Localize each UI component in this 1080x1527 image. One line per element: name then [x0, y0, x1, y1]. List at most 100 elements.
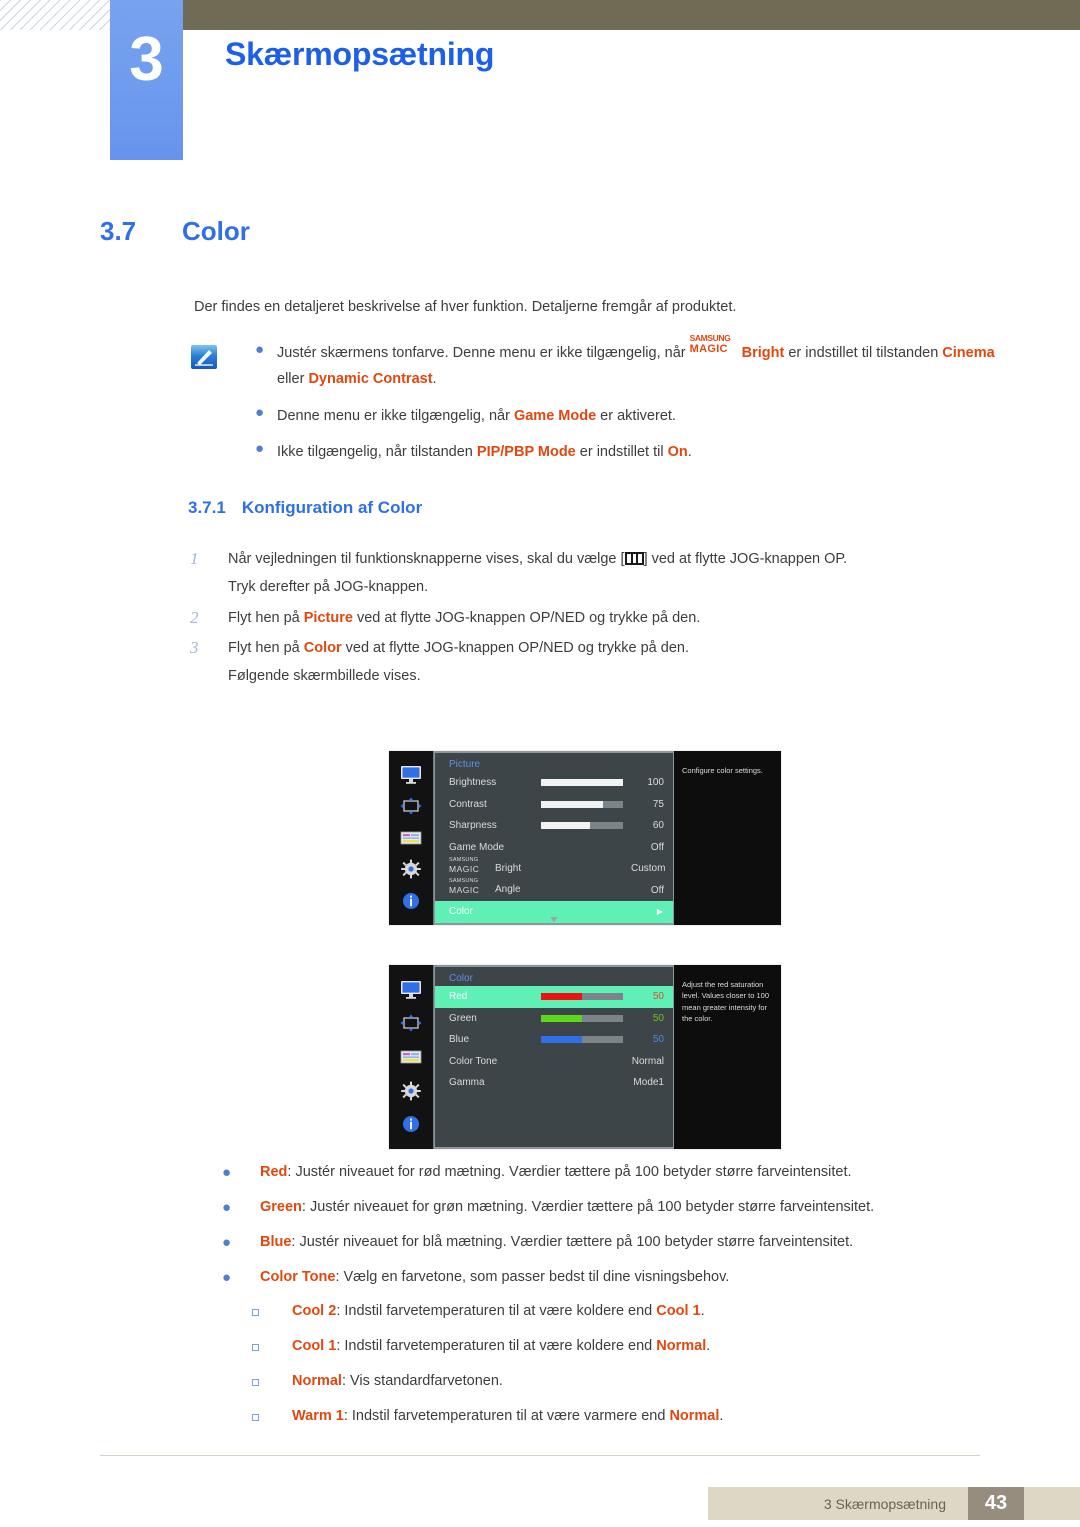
- osd-row-red[interactable]: Red 50: [435, 986, 673, 1008]
- color-tone-option-text: Cool 2: Indstil farvetemperaturen til at…: [292, 1303, 705, 1319]
- osd-row-brightness[interactable]: Brightness 100: [435, 772, 673, 794]
- osd-row-slider[interactable]: [541, 779, 623, 787]
- osd-row-slider[interactable]: [541, 800, 623, 808]
- osd-color-help-text: Adjust the red saturation level. Values …: [674, 965, 781, 1149]
- bullet-dot-icon: ●: [222, 1199, 232, 1217]
- description-item: ● Green: Justér niveauet for grøn mætning…: [222, 1198, 1022, 1218]
- osd-row-spacer: [541, 887, 623, 894]
- osd-row-blue[interactable]: Blue 50: [435, 1029, 673, 1051]
- monitor-icon[interactable]: [399, 980, 423, 1000]
- chapter-title: Skærmopsætning: [225, 36, 495, 72]
- bullet-dot-icon: ●: [222, 1234, 232, 1252]
- osd-row-spacer: [541, 865, 623, 872]
- intro-paragraph: Der findes en detaljeret beskrivelse af …: [194, 299, 737, 315]
- bullet-dot-icon: ●: [222, 1164, 232, 1181]
- osd-row-value: 50: [652, 1012, 664, 1024]
- note-bullet-item: ● Justér skærmens tonfarve. Denne menu e…: [255, 333, 1015, 393]
- header-hatch-pattern: [0, 0, 110, 30]
- step-number: 3: [190, 637, 199, 657]
- jog-key-icon: [624, 552, 644, 565]
- osd-picture-help-text: Configure color settings.: [674, 751, 781, 925]
- osd-row-label: Color Tone: [449, 1055, 498, 1067]
- osd-picture-menu: Picture Brightness 100 Contrast 75 Sharpness…: [389, 751, 781, 925]
- move-arrows-icon[interactable]: [399, 1013, 423, 1033]
- section-title: Color: [182, 216, 250, 246]
- osd-scroll-down-caret-icon[interactable]: [550, 916, 558, 922]
- osd-row-label: Sharpness: [449, 820, 497, 832]
- osd-picture-title: Picture: [449, 759, 481, 770]
- osd-row-label: SAMSUNG MAGIC Bright: [449, 856, 541, 876]
- osd-row-gamma[interactable]: Gamma Mode1: [435, 1072, 673, 1094]
- color-tone-option-item: Normal: Vis standardfarvetonen.: [252, 1372, 1032, 1392]
- samsung-magic-logo: SAMSUNG MAGIC Bright: [449, 856, 522, 874]
- osd-row-slider[interactable]: [541, 1036, 623, 1044]
- osd-row-label: Game Mode: [449, 841, 505, 853]
- bullet-dot-icon: ●: [222, 1269, 232, 1287]
- gear-icon[interactable]: [399, 859, 423, 879]
- osd-row-magic-angle[interactable]: SAMSUNG MAGIC Angle Off: [435, 878, 673, 902]
- osd-row-value: Custom: [631, 863, 666, 875]
- color-tone-option-item: Warm 1: Indstil farvetemperaturen til at…: [252, 1407, 1032, 1427]
- magic-suffix: Bright: [741, 345, 785, 361]
- description-item: ● Red: Justér niveauet for rød mætning. V…: [222, 1163, 1022, 1183]
- description-text: Blue: Justér niveauet for blå mætning. V…: [260, 1234, 854, 1251]
- note-bullet-list: ● Justér skærmens tonfarve. Denne menu e…: [255, 333, 1015, 476]
- osd-row-value: 60: [652, 820, 664, 832]
- osd-row-value: Mode1: [633, 1077, 664, 1089]
- subsection-number: 3.7.1: [188, 498, 226, 517]
- osd-submenu-arrow-icon[interactable]: ▶: [657, 907, 663, 916]
- osd-color-menu: Color Red 50 Green 50 Blue 50 Color Tone Normal…: [389, 965, 781, 1149]
- osd-row-label: Green: [449, 1012, 477, 1024]
- step-item: 3 Flyt hen på Color ved at flytte JOG-kna…: [190, 634, 1020, 691]
- osd-sidebar-rail: [389, 751, 434, 925]
- osd-picture-main: Picture Brightness 100 Contrast 75 Sharpness…: [434, 751, 674, 925]
- chapter-header-bar: [183, 0, 1080, 30]
- footer-divider: [100, 1455, 980, 1456]
- gear-icon[interactable]: [399, 1081, 423, 1101]
- osd-row-value: Off: [650, 884, 664, 896]
- color-tone-option-text: Warm 1: Indstil farvetemperaturen til at…: [292, 1408, 724, 1425]
- samsung-magic-logo: SAMSUNG MAGIC: [689, 333, 731, 355]
- note-pen-icon: [189, 344, 219, 370]
- note-bullet-text-1: Justér skærmens tonfarve. Denne menu er …: [277, 333, 995, 388]
- move-arrows-icon[interactable]: [399, 796, 423, 816]
- color-tone-option-text: Cool 1: Indstil farvetemperaturen til at…: [292, 1338, 711, 1355]
- osd-row-slider[interactable]: [541, 993, 623, 1001]
- osd-row-magic-bright[interactable]: SAMSUNG MAGIC Bright Custom: [435, 856, 673, 880]
- monitor-icon[interactable]: [399, 765, 423, 785]
- color-tone-option-text: Normal: Vis standardfarvetonen.: [292, 1373, 503, 1390]
- bullet-square-icon: [252, 1337, 292, 1356]
- bullet-square-icon: [252, 1302, 292, 1321]
- color-tone-option-item: Cool 2: Indstil farvetemperaturen til at…: [252, 1302, 1032, 1322]
- footer-text: 3 Skærmopsætning: [823, 1495, 946, 1512]
- section-number: 3.7: [100, 216, 137, 246]
- osd-row-sharpness[interactable]: Sharpness 60: [435, 815, 673, 837]
- osd-picture-rows: Brightness 100 Contrast 75 Sharpness 60 Game M…: [435, 772, 673, 923]
- step-body: Når vejledningen til funktionsknapperne …: [228, 551, 848, 596]
- osd-row-spacer: [541, 908, 623, 915]
- osd-color-rows: Red 50 Green 50 Blue 50 Color Tone Normal Gamma M…: [435, 986, 673, 1094]
- list-icon[interactable]: [399, 828, 423, 848]
- subsection-heading: 3.7.1 Konfiguration af Color: [188, 498, 422, 518]
- osd-row-value: 50: [652, 1034, 664, 1046]
- note-bullet-text-2: Denne menu er ikke tilgængelig, når Game…: [277, 407, 676, 424]
- chapter-number: 3: [129, 25, 164, 94]
- info-icon[interactable]: [399, 1114, 423, 1134]
- list-icon[interactable]: [399, 1047, 423, 1067]
- note-bullet-item: ● Ikke tilgængelig, når tilstanden PIP/P…: [255, 439, 1015, 465]
- note-bullet-item: ● Denne menu er ikke tilgængelig, når Ga…: [255, 403, 1015, 429]
- osd-row-value: 100: [647, 777, 664, 789]
- color-descriptions-list: ● Red: Justér niveauet for rød mætning. V…: [222, 1163, 1022, 1303]
- step-body: Flyt hen på Color ved at flytte JOG-knap…: [228, 639, 689, 685]
- osd-row-slider[interactable]: [541, 822, 623, 830]
- step-number: 2: [190, 607, 199, 627]
- osd-row-slider[interactable]: [541, 1014, 623, 1022]
- osd-row-game-mode[interactable]: Game Mode Off: [435, 837, 673, 859]
- osd-row-value: 75: [652, 798, 664, 810]
- osd-row-label: Color: [449, 906, 473, 918]
- osd-row-color-tone[interactable]: Color Tone Normal: [435, 1051, 673, 1073]
- info-icon[interactable]: [399, 891, 423, 911]
- osd-row-contrast[interactable]: Contrast 75: [435, 794, 673, 816]
- samsung-magic-logo: SAMSUNG MAGIC Angle: [449, 878, 521, 896]
- osd-row-green[interactable]: Green 50: [435, 1008, 673, 1030]
